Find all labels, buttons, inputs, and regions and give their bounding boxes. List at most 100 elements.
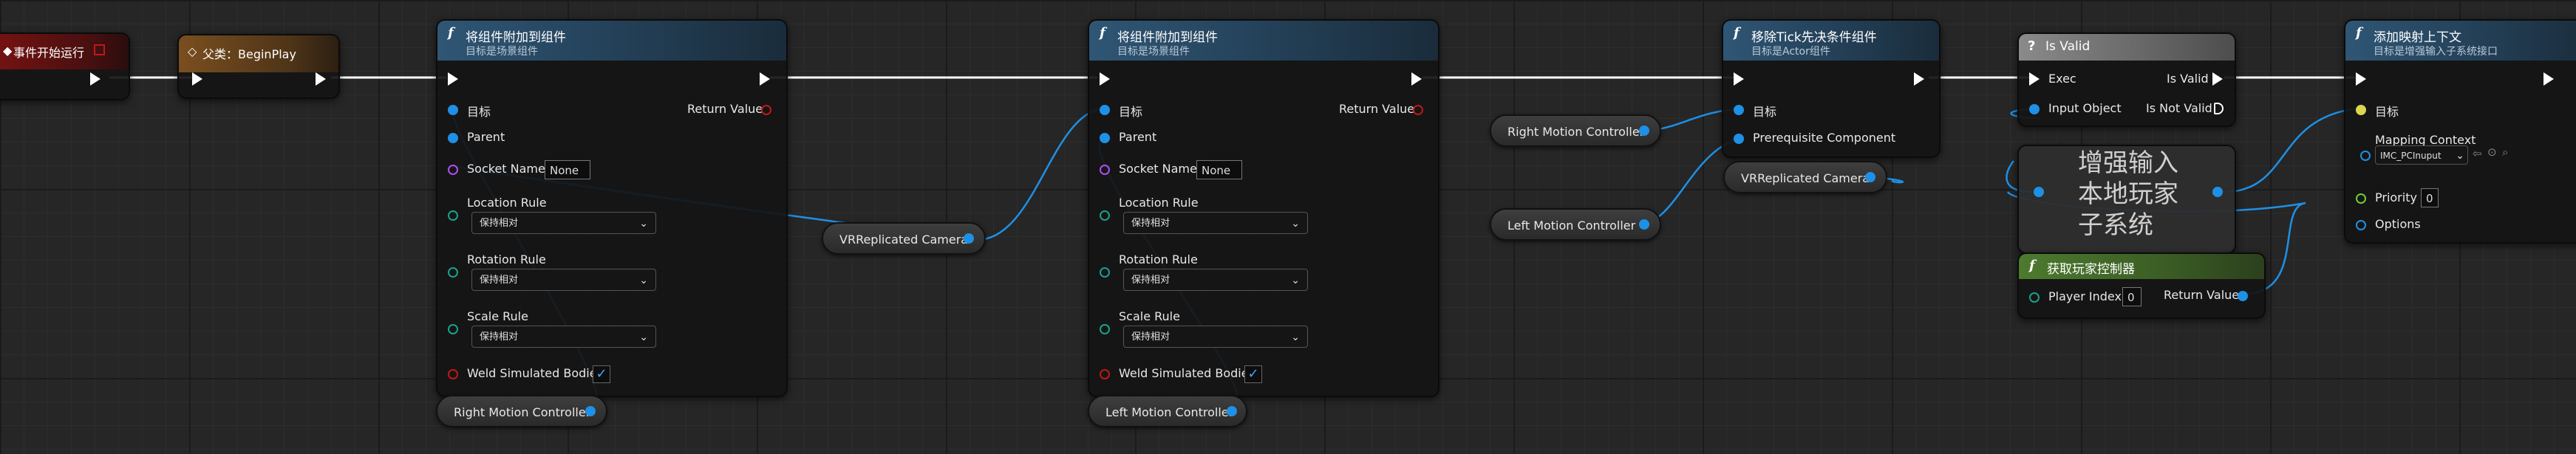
arrow-left-icon[interactable]: ⇦ (2473, 147, 2482, 160)
prerequisite-label: Prerequisite Component (1753, 131, 1896, 145)
attach-component-node-1[interactable]: f 将组件附加到组件 目标是场景组件 目标 Return Value Paren… (436, 19, 788, 397)
subsystem-title-line3: 子系统 (2078, 210, 2153, 240)
return-value-pin[interactable] (1413, 105, 1423, 115)
exec-in-pin[interactable] (1100, 72, 1110, 86)
socket-name-input[interactable]: None (1196, 160, 1242, 179)
exec-out-pin[interactable] (2543, 72, 2554, 86)
is-not-valid-exec-pin[interactable] (2214, 103, 2224, 114)
get-player-controller-node[interactable]: f 获取玩家控制器 Player Index 0 Return Value (2017, 252, 2266, 319)
event-begin-node[interactable]: ◆ 事件开始运行 (0, 32, 130, 100)
function-icon: f (2029, 258, 2035, 273)
exec-out-pin[interactable] (1411, 72, 1422, 86)
browse-icon[interactable]: ⊙ (2487, 145, 2497, 159)
scale-rule-dropdown[interactable]: 保持相对 ⌄ (1123, 326, 1308, 348)
player-input-pin[interactable] (2034, 187, 2044, 197)
node-header: f 添加映射上下文 目标是增强输入子系统接口 (2345, 21, 2576, 61)
variable-output-pin[interactable] (1227, 406, 1237, 416)
return-value-pin[interactable] (2238, 291, 2248, 301)
scale-rule-pin[interactable] (448, 324, 458, 334)
scale-rule-label: Scale Rule (1119, 309, 1180, 323)
right-motion-controller-getter-1[interactable]: Right Motion Controller (436, 395, 607, 427)
function-icon: f (2356, 25, 2362, 41)
location-rule-pin[interactable] (1100, 210, 1110, 221)
variable-output-pin[interactable] (1865, 172, 1875, 182)
exec-out-pin[interactable] (760, 72, 770, 86)
mapping-context-pin[interactable] (2360, 151, 2371, 161)
dropdown-value: 保持相对 (1131, 218, 1171, 229)
node-header: f 将组件附加到组件 目标是场景组件 (437, 21, 786, 61)
exec-in-pin[interactable] (192, 72, 202, 86)
chevron-down-icon: ⌄ (639, 275, 648, 286)
parent-pin[interactable] (1100, 133, 1110, 143)
rotation-rule-dropdown[interactable]: 保持相对 ⌄ (471, 269, 656, 291)
priority-label: Priority (2375, 190, 2417, 204)
subsystem-title-line1: 增强输入 (2078, 148, 2178, 178)
is-valid-node[interactable]: ? Is Valid Exec Is Valid Input Object Is… (2017, 32, 2236, 127)
node-title: 将组件附加到组件 (466, 30, 566, 45)
vr-camera-getter-1[interactable]: VRReplicated Camera (822, 222, 986, 255)
parent-pin[interactable] (448, 133, 458, 143)
exec-out-pin[interactable] (1914, 72, 1924, 86)
rotation-rule-label: Rotation Rule (467, 252, 546, 266)
location-rule-dropdown[interactable]: 保持相对 ⌄ (1123, 212, 1308, 234)
variable-output-pin[interactable] (1639, 219, 1649, 230)
search-icon[interactable]: ⌕ (2502, 145, 2508, 159)
return-value-pin[interactable] (761, 105, 771, 115)
mapping-context-dropdown[interactable]: IMC_PCInuput ⌄ (2375, 145, 2468, 165)
parent-label: Parent (1119, 130, 1157, 144)
rotation-rule-pin[interactable] (1100, 267, 1110, 278)
target-pin[interactable] (2356, 105, 2366, 115)
node-title: 移除Tick先决条件组件 (1751, 30, 1877, 45)
target-pin[interactable] (1734, 105, 1744, 115)
priority-pin[interactable] (2356, 193, 2366, 204)
target-label: 目标 (1119, 105, 1143, 119)
weld-checkbox[interactable]: ✓ (1244, 365, 1262, 383)
weld-label: Weld Simulated Bodies (467, 366, 603, 380)
prerequisite-pin[interactable] (1734, 134, 1744, 144)
player-index-pin[interactable] (2029, 292, 2040, 303)
socket-name-pin[interactable] (448, 165, 458, 175)
left-motion-controller-getter-2[interactable]: Left Motion Controller (1490, 208, 1661, 241)
vr-camera-getter-2[interactable]: VRReplicated Camera (1723, 161, 1887, 193)
player-index-input[interactable]: 0 (2122, 287, 2141, 306)
exec-in-pin[interactable] (2029, 72, 2040, 86)
variable-output-pin[interactable] (585, 406, 596, 416)
exec-in-pin[interactable] (1734, 72, 1744, 86)
options-pin[interactable] (2356, 220, 2366, 230)
socket-name-input[interactable]: None (545, 160, 590, 179)
scale-rule-pin[interactable] (1100, 324, 1110, 334)
variable-output-pin[interactable] (1639, 125, 1649, 136)
function-icon: f (1734, 25, 1740, 41)
left-motion-controller-getter-1[interactable]: Left Motion Controller (1088, 395, 1247, 427)
target-label: 目标 (2375, 105, 2399, 119)
parent-beginplay-node[interactable]: ◇ 父类：BeginPlay (177, 34, 340, 99)
socket-name-pin[interactable] (1100, 165, 1110, 175)
weld-checkbox[interactable]: ✓ (593, 365, 610, 383)
target-pin[interactable] (1100, 105, 1110, 115)
socket-name-label: Socket Name (1119, 162, 1197, 176)
location-rule-pin[interactable] (448, 210, 458, 221)
is-valid-exec-pin[interactable] (2212, 72, 2223, 86)
scale-rule-dropdown[interactable]: 保持相对 ⌄ (471, 326, 656, 348)
exec-in-pin[interactable] (2356, 72, 2366, 86)
exec-out-pin[interactable] (316, 72, 326, 86)
rotation-rule-pin[interactable] (448, 267, 458, 278)
subsystem-output-pin[interactable] (2212, 187, 2223, 197)
enhanced-input-subsystem-node[interactable]: 增强输入 本地玩家 子系统 (2017, 145, 2236, 254)
weld-pin[interactable] (1100, 369, 1110, 379)
rotation-rule-dropdown[interactable]: 保持相对 ⌄ (1123, 269, 1308, 291)
right-motion-controller-getter-2[interactable]: Right Motion Controller (1490, 114, 1661, 147)
add-mapping-context-node[interactable]: f 添加映射上下文 目标是增强输入子系统接口 目标 Mapping Contex… (2344, 19, 2576, 244)
remove-tick-prerequisite-node[interactable]: f 移除Tick先决条件组件 目标是Actor组件 目标 Prerequisit… (1722, 19, 1940, 158)
priority-input[interactable]: 0 (2421, 188, 2439, 207)
target-pin[interactable] (448, 105, 458, 115)
attach-component-node-2[interactable]: f 将组件附加到组件 目标是场景组件 目标 Return Value Paren… (1088, 19, 1439, 397)
exec-out-pin[interactable] (90, 72, 100, 86)
exec-in-pin[interactable] (448, 72, 458, 86)
weld-pin[interactable] (448, 369, 458, 379)
location-rule-dropdown[interactable]: 保持相对 ⌄ (471, 212, 656, 234)
variable-output-pin[interactable] (964, 233, 974, 244)
input-object-pin[interactable] (2029, 104, 2040, 114)
node-header: ◆ 事件开始运行 (0, 34, 129, 69)
node-header: f 将组件附加到组件 目标是场景组件 (1089, 21, 1438, 61)
